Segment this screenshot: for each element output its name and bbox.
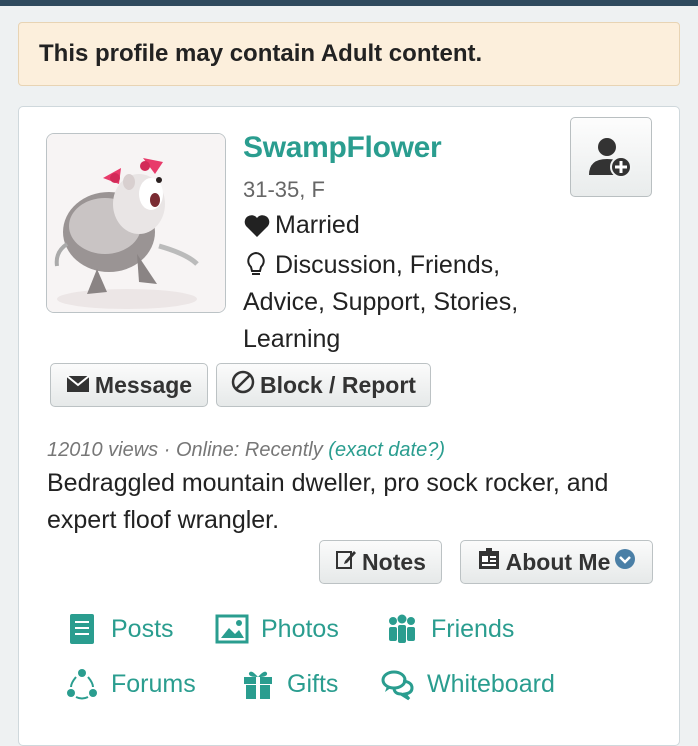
- looking-for: Discussion, Friends, Advice, Support, St…: [243, 247, 573, 358]
- view-count: 12010 views: [47, 439, 159, 461]
- heart-icon: [243, 213, 271, 239]
- forums-icon: [65, 667, 99, 701]
- age-sex: 31-35, F: [243, 177, 325, 202]
- about-me-label: About Me: [505, 548, 611, 575]
- block-icon: [231, 370, 255, 400]
- gift-icon: [241, 667, 275, 701]
- tab-photos-label: Photos: [261, 614, 339, 643]
- tab-photos[interactable]: Photos: [215, 612, 339, 646]
- lightbulb-icon: [243, 251, 269, 277]
- exact-date-link[interactable]: (exact date?): [328, 439, 445, 461]
- message-label: Message: [94, 371, 193, 398]
- tab-friends-label: Friends: [431, 614, 515, 643]
- looking-for-label: Discussion, Friends, Advice, Support, St…: [243, 251, 519, 353]
- add-friend-button[interactable]: [570, 117, 652, 197]
- avatar-image: [47, 134, 225, 312]
- avatar[interactable]: [46, 133, 226, 313]
- document-icon: [65, 612, 99, 646]
- tab-whiteboard-label: Whiteboard: [427, 669, 555, 698]
- tab-gifts-label: Gifts: [287, 669, 339, 698]
- tab-forums[interactable]: Forums: [65, 667, 196, 701]
- adult-content-warning: This profile may contain Adult content.: [18, 22, 680, 86]
- image-icon: [215, 612, 249, 646]
- chat-bubbles-icon: [381, 667, 415, 701]
- id-card-icon: [477, 547, 501, 577]
- people-icon: [385, 612, 419, 646]
- tab-friends[interactable]: Friends: [385, 612, 514, 646]
- add-user-icon: [589, 138, 632, 178]
- block-report-button[interactable]: Block / Report: [216, 363, 431, 407]
- envelope-icon: [66, 372, 90, 399]
- bio: Bedraggled mountain dweller, pro sock ro…: [47, 469, 609, 534]
- profile-card: SwampFlower 31-35, F Married Discussion,…: [18, 106, 680, 746]
- tab-whiteboard[interactable]: Whiteboard: [381, 667, 555, 701]
- notes-button[interactable]: Notes: [319, 540, 442, 584]
- profile-meta: 12010 views · Online: Recently (exact da…: [47, 439, 445, 462]
- username[interactable]: SwampFlower: [243, 131, 442, 165]
- block-report-label: Block / Report: [260, 371, 416, 398]
- edit-icon: [335, 548, 357, 576]
- tab-forums-label: Forums: [111, 669, 196, 698]
- top-bar: [0, 0, 698, 6]
- tab-gifts[interactable]: Gifts: [241, 667, 338, 701]
- tab-posts-label: Posts: [111, 614, 174, 643]
- about-me-button[interactable]: About Me: [460, 540, 653, 584]
- relationship-label: Married: [275, 211, 360, 239]
- message-button[interactable]: Message: [50, 363, 208, 407]
- warning-text: This profile may contain Adult content.: [39, 40, 483, 67]
- tab-posts[interactable]: Posts: [65, 612, 174, 646]
- online-status: · Online: Recently: [163, 439, 323, 461]
- notes-label: Notes: [362, 548, 426, 575]
- chevron-down-icon: [614, 548, 636, 576]
- relationship-status: Married: [243, 211, 360, 240]
